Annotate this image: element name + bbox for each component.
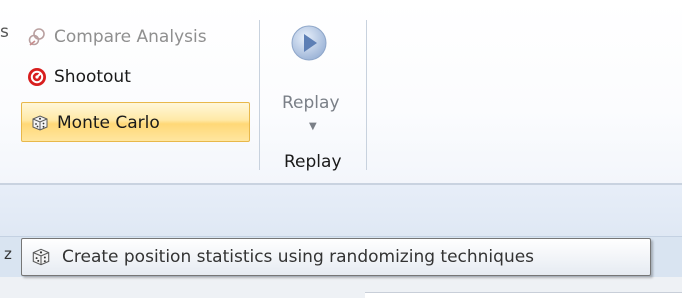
dice-icon bbox=[32, 248, 50, 266]
compare-analysis-label: Compare Analysis bbox=[54, 27, 207, 47]
tooltip: Create position statistics using randomi… bbox=[21, 238, 651, 276]
dice-icon bbox=[32, 115, 48, 131]
replay-button-label[interactable]: Replay bbox=[282, 93, 340, 113]
play-circle-icon[interactable] bbox=[290, 24, 328, 62]
monte-carlo-label: Monte Carlo bbox=[57, 113, 160, 133]
chevron-down-icon[interactable]: ▼ bbox=[309, 121, 317, 132]
shootout-button[interactable]: Shootout bbox=[27, 62, 131, 92]
compare-analysis-icon bbox=[28, 28, 45, 46]
shootout-label: Shootout bbox=[54, 67, 131, 87]
group-separator bbox=[366, 20, 367, 170]
replay-group-label: Replay bbox=[284, 152, 342, 172]
truncated-status-text: z bbox=[4, 245, 12, 263]
shootout-icon bbox=[28, 68, 46, 86]
group-separator bbox=[259, 20, 260, 170]
monte-carlo-content: Monte Carlo bbox=[30, 108, 160, 138]
workspace-band bbox=[0, 185, 682, 236]
truncated-command-label: s bbox=[0, 22, 9, 42]
tooltip-text: Create position statistics using randomi… bbox=[62, 247, 535, 267]
compare-analysis-button[interactable]: Compare Analysis bbox=[27, 22, 207, 52]
